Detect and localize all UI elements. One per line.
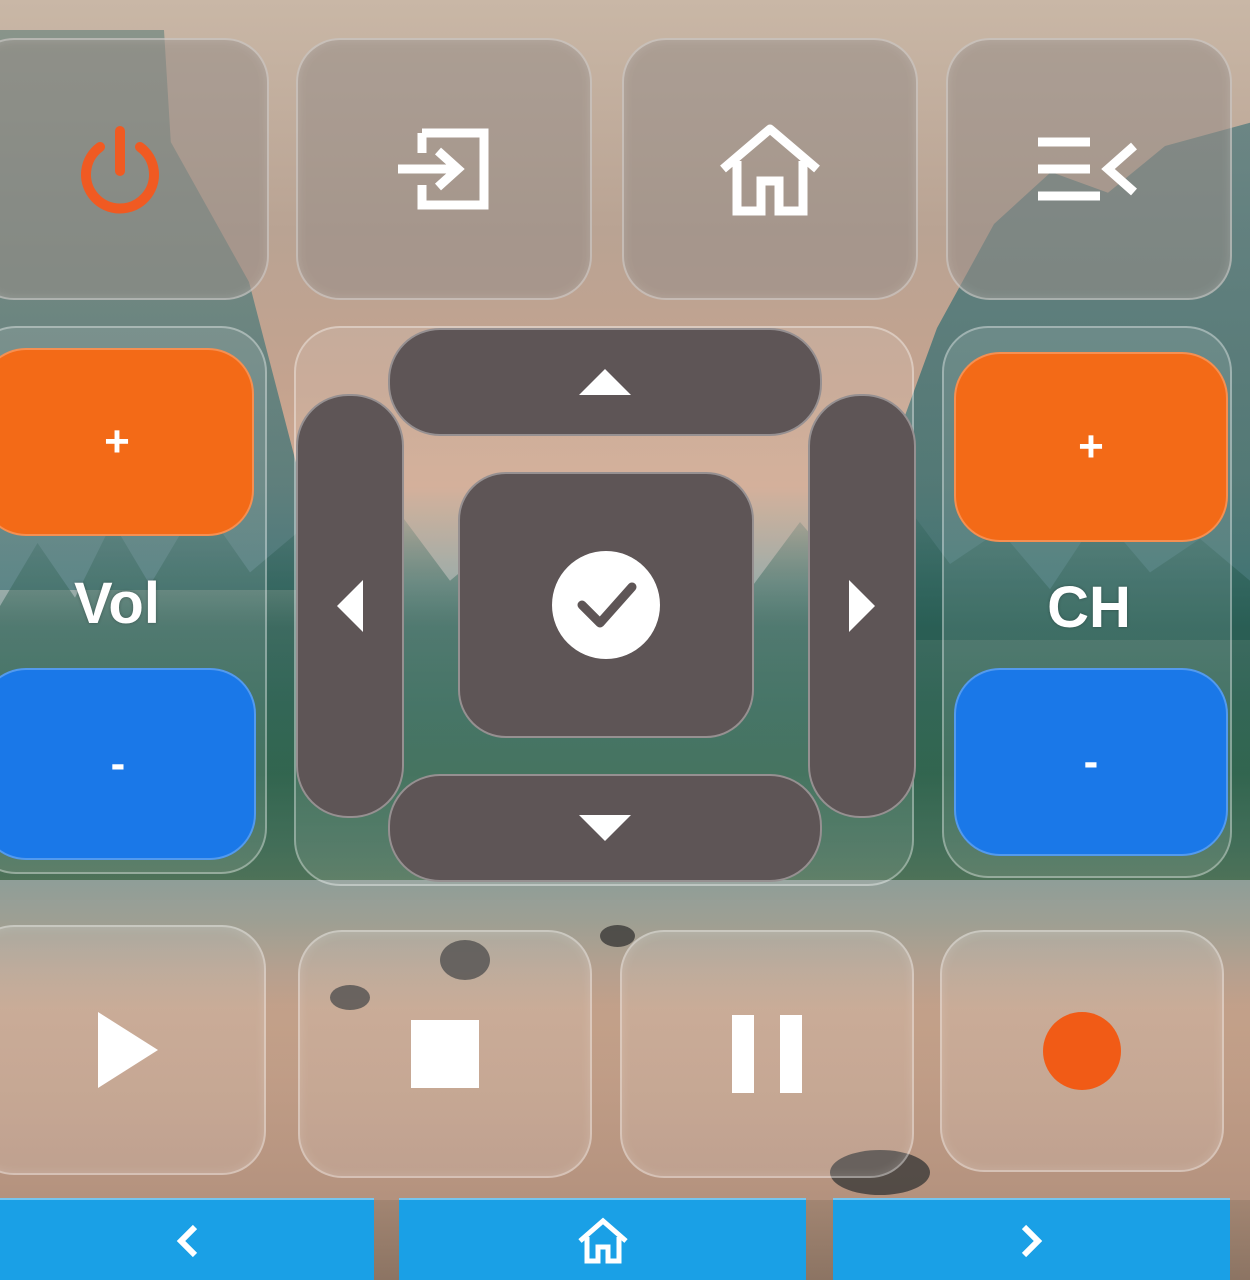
pause-icon (732, 1015, 802, 1093)
play-icon (96, 1010, 160, 1090)
dpad-up-button[interactable] (388, 328, 822, 436)
background-rock (600, 925, 635, 947)
power-icon (70, 119, 170, 219)
channel-up-button[interactable]: + (954, 352, 1228, 542)
channel-down-label: - (1083, 737, 1099, 786)
input-source-button[interactable] (296, 38, 592, 300)
dpad-left-button[interactable] (296, 394, 404, 818)
channel-up-label: + (1078, 422, 1104, 471)
triangle-right-icon (847, 578, 877, 634)
stop-button[interactable] (298, 930, 592, 1178)
triangle-down-icon (577, 813, 633, 843)
menu-back-icon (1034, 134, 1144, 204)
remote-screen: + Vol - + CH - (0, 0, 1250, 1280)
input-source-icon (392, 123, 496, 215)
play-button[interactable] (0, 925, 266, 1175)
home-icon (715, 119, 825, 219)
stop-icon (411, 1020, 479, 1088)
chevron-right-icon (1020, 1223, 1044, 1259)
channel-down-button[interactable]: - (954, 668, 1228, 856)
nav-back-button[interactable] (0, 1198, 374, 1280)
volume-label: Vol (74, 571, 160, 636)
dpad-right-button[interactable] (808, 394, 916, 818)
volume-up-label: + (104, 417, 130, 466)
pause-button[interactable] (620, 930, 914, 1178)
home-button[interactable] (622, 38, 918, 300)
dpad-down-button[interactable] (388, 774, 822, 882)
volume-down-label: - (110, 739, 126, 788)
volume-up-button[interactable]: + (0, 348, 254, 536)
record-button[interactable] (940, 930, 1224, 1172)
record-icon (1042, 1011, 1122, 1091)
volume-down-button[interactable]: - (0, 668, 256, 860)
triangle-left-icon (335, 578, 365, 634)
channel-label: CH (1047, 575, 1131, 640)
triangle-up-icon (577, 367, 633, 397)
chevron-left-icon (175, 1223, 199, 1259)
dpad-ok-button[interactable] (458, 472, 754, 738)
home-icon (577, 1217, 629, 1265)
check-circle-icon (550, 549, 662, 661)
menu-button[interactable] (946, 38, 1232, 300)
nav-forward-button[interactable] (833, 1198, 1230, 1280)
power-button[interactable] (0, 38, 269, 300)
nav-home-button[interactable] (399, 1198, 806, 1280)
